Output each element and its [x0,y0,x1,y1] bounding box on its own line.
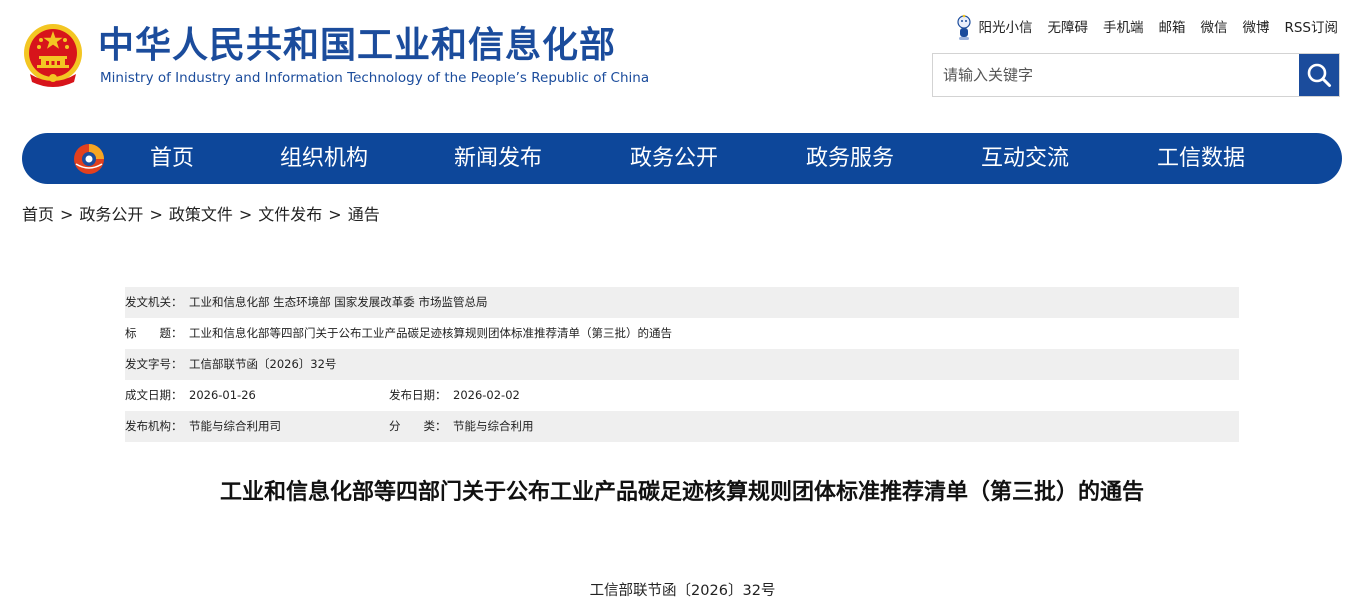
meta-label: 发文字号： [125,357,183,371]
document-meta-table: 发文机关： 工业和信息化部 生态环境部 国家发展改革委 市场监管总局 标 题： … [125,287,1239,442]
meta-label: 标 题： [125,326,183,340]
meta-label: 分 类： [389,419,447,433]
sunshine-mascot-icon[interactable] [955,14,973,42]
national-emblem-icon[interactable] [22,22,84,88]
breadcrumb-separator: > [149,205,163,224]
meta-label: 发布日期： [389,388,447,402]
meta-value: 工业和信息化部等四部门关于公布工业产品碳足迹核算规则团体标准推荐清单（第三批）的… [189,326,672,340]
meta-label: 发布机构： [125,419,183,433]
nav-item-government-affairs[interactable]: 政务公开 [630,133,718,184]
breadcrumb-document-release[interactable]: 文件发布 [258,205,322,224]
nav-item-government-services[interactable]: 政务服务 [806,133,894,184]
meta-row-title: 标 题： 工业和信息化部等四部门关于公布工业产品碳足迹核算规则团体标准推荐清单（… [125,318,1239,349]
article-doc-number: 工信部联节函〔2026〕32号 [589,583,776,599]
meta-value: 工信部联节函〔2026〕32号 [189,357,337,371]
article-title: 工业和信息化部等四部门关于公布工业产品碳足迹核算规则团体标准推荐清单（第三批）的… [219,480,1144,505]
top-link-accessibility[interactable]: 无障碍 [1047,14,1088,42]
nav-item-data[interactable]: 工信数据 [1157,133,1245,184]
nav-item-home[interactable]: 首页 [150,133,194,184]
breadcrumb-government-affairs[interactable]: 政务公开 [79,205,143,224]
meta-label: 成文日期： [125,388,183,402]
top-link-mobile[interactable]: 手机端 [1103,14,1144,42]
breadcrumb-notice[interactable]: 通告 [348,205,380,224]
meta-row-issuer: 发文机关： 工业和信息化部 生态环境部 国家发展改革委 市场监管总局 [125,287,1239,318]
breadcrumb-separator: > [60,205,74,224]
meta-value: 节能与综合利用司 [189,419,281,433]
miit-logo-icon [74,144,104,174]
meta-row-dates: 成文日期： 2026-01-26 发布日期： 2026-02-02 [125,380,1239,411]
site-header: 中华人民共和国工业和信息化部 Ministry of Industry and … [0,0,1360,125]
nav-item-interaction[interactable]: 互动交流 [981,133,1069,184]
breadcrumb-separator: > [238,205,253,224]
nav-item-organization[interactable]: 组织机构 [280,133,368,184]
site-title-cn[interactable]: 中华人民共和国工业和信息化部 [98,26,616,66]
nav-item-news[interactable]: 新闻发布 [454,133,542,184]
meta-row-org-category: 发布机构： 节能与综合利用司 分 类： 节能与综合利用 [125,411,1239,442]
breadcrumb-policy-documents[interactable]: 政策文件 [169,205,233,224]
top-links: 阳光小信 无障碍 手机端 邮箱 微信 微博 RSS订阅 [955,14,1338,42]
meta-value: 2026-01-26 [189,388,256,402]
meta-row-doc-number: 发文字号： 工信部联节函〔2026〕32号 [125,349,1239,380]
breadcrumb-separator: > [328,205,342,224]
main-nav: 首页 组织机构 新闻发布 政务公开 政务服务 互动交流 工信数据 [22,133,1342,184]
site-title-en[interactable]: Ministry of Industry and Information Tec… [100,70,649,86]
meta-value: 工业和信息化部 生态环境部 国家发展改革委 市场监管总局 [189,295,488,309]
meta-value: 2026-02-02 [453,388,520,402]
search-input[interactable] [933,54,1299,96]
breadcrumb: 首页 > 政务公开 > 政策文件 > 文件发布 > 通告 [22,203,380,227]
meta-value: 节能与综合利用 [453,419,534,433]
top-link-sunshine[interactable]: 阳光小信 [978,14,1032,42]
meta-label: 发文机关： [125,295,183,309]
search-button[interactable] [1299,54,1339,96]
top-link-rss[interactable]: RSS订阅 [1284,14,1338,42]
search-icon [1307,63,1331,87]
top-link-mail[interactable]: 邮箱 [1158,14,1185,42]
breadcrumb-home[interactable]: 首页 [22,205,54,224]
top-link-weibo[interactable]: 微博 [1242,14,1269,42]
top-link-wechat[interactable]: 微信 [1200,14,1227,42]
sunshine-link-group[interactable]: 阳光小信 [955,14,1032,42]
search-box [932,53,1340,97]
